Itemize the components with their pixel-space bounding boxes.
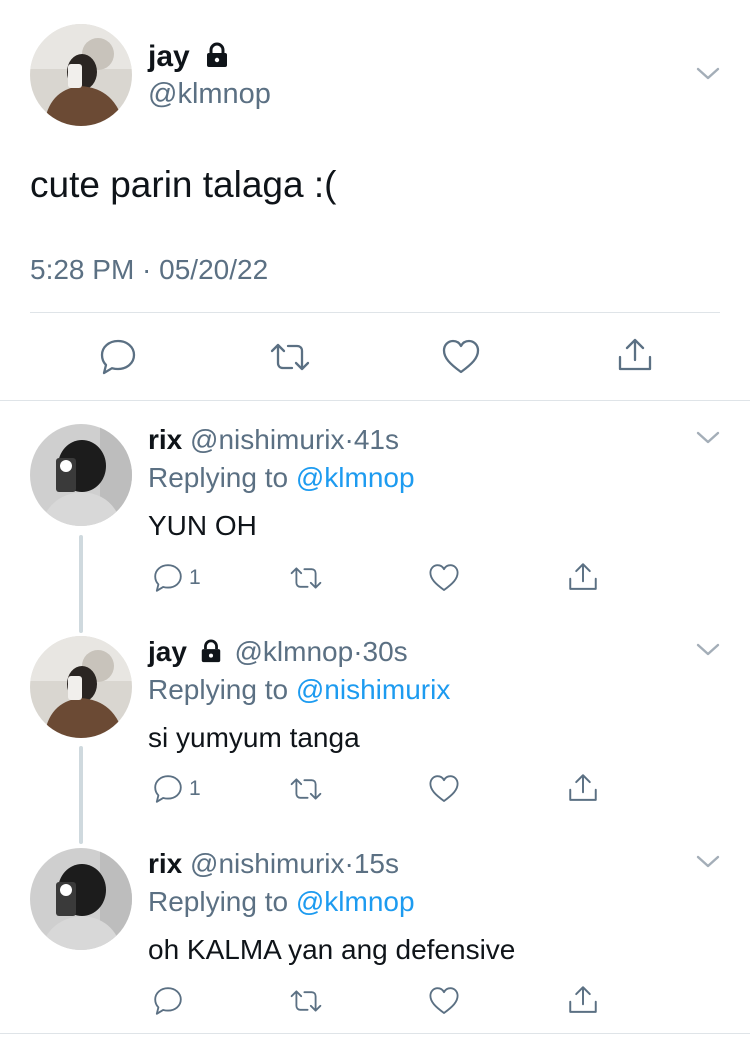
- replying-to: Replying to @klmnop: [148, 886, 415, 918]
- avatar-rix[interactable]: [30, 848, 132, 950]
- reply-text: YUN OH: [148, 510, 257, 541]
- lock-icon: [207, 42, 228, 67]
- like-icon[interactable]: [440, 337, 482, 377]
- reply-time[interactable]: 41s: [354, 424, 399, 455]
- author-handle[interactable]: @klmnop: [235, 636, 354, 667]
- separator: ·: [344, 424, 354, 455]
- like-icon[interactable]: [427, 985, 461, 1017]
- share-icon[interactable]: [566, 983, 600, 1017]
- divider: [0, 1033, 750, 1034]
- like-icon[interactable]: [427, 562, 461, 594]
- reply-icon[interactable]: [152, 562, 184, 594]
- reply-count: 1: [189, 566, 201, 589]
- chevron-down-icon[interactable]: [695, 854, 721, 870]
- author-name[interactable]: rix: [148, 424, 182, 455]
- reply-text: oh KALMA yan ang defensive: [148, 934, 516, 965]
- author-handle[interactable]: @nishimurix: [190, 848, 344, 879]
- chevron-down-icon[interactable]: [695, 66, 721, 82]
- share-icon[interactable]: [566, 560, 600, 594]
- tweet-text: cute parin talaga :(: [30, 164, 337, 205]
- avatar-image: [30, 24, 132, 126]
- replying-to: Replying to @nishimurix: [148, 674, 450, 706]
- avatar-jay[interactable]: [30, 636, 132, 738]
- author-handle[interactable]: @nishimurix: [190, 424, 344, 455]
- replying-to: Replying to @klmnop: [148, 462, 415, 494]
- reply-icon[interactable]: [98, 337, 138, 377]
- chevron-down-icon[interactable]: [695, 430, 721, 446]
- avatar-jay[interactable]: [30, 24, 132, 126]
- reply-time[interactable]: 30s: [363, 636, 408, 667]
- thread-line: [79, 535, 83, 633]
- author-handle[interactable]: @klmnop: [148, 78, 271, 111]
- avatar-image: [30, 636, 132, 738]
- reply-text: si yumyum tanga: [148, 722, 360, 753]
- thread-line: [79, 746, 83, 844]
- author-line: jay: [148, 40, 230, 74]
- author-name[interactable]: jay: [148, 636, 187, 667]
- retweet-icon[interactable]: [288, 773, 324, 805]
- reply-header: rix @nishimurix·15s: [148, 848, 399, 880]
- replying-to-link[interactable]: @klmnop: [296, 462, 415, 493]
- share-icon[interactable]: [615, 335, 655, 375]
- tweet-timestamp[interactable]: 5:28 PM · 05/20/22: [30, 254, 268, 286]
- avatar-image: [30, 848, 132, 950]
- divider: [30, 312, 720, 313]
- separator: ·: [344, 848, 354, 879]
- replying-to-link[interactable]: @nishimurix: [296, 674, 450, 705]
- divider: [0, 400, 750, 401]
- retweet-icon[interactable]: [288, 985, 324, 1017]
- separator: ·: [353, 636, 363, 667]
- reply-icon[interactable]: [152, 985, 184, 1017]
- share-icon[interactable]: [566, 771, 600, 805]
- retweet-icon[interactable]: [268, 337, 312, 377]
- reply-time[interactable]: 15s: [354, 848, 399, 879]
- retweet-icon[interactable]: [288, 562, 324, 594]
- replying-prefix: Replying to: [148, 674, 289, 705]
- reply-header: rix @nishimurix·41s: [148, 424, 399, 456]
- reply-header: jay @klmnop·30s: [148, 636, 408, 668]
- avatar-image: [30, 424, 132, 526]
- replying-to-link[interactable]: @klmnop: [296, 886, 415, 917]
- replying-prefix: Replying to: [148, 462, 289, 493]
- like-icon[interactable]: [427, 773, 461, 805]
- reply-count: 1: [189, 777, 201, 800]
- author-name[interactable]: rix: [148, 848, 182, 879]
- author-name[interactable]: jay: [148, 40, 190, 73]
- replying-prefix: Replying to: [148, 886, 289, 917]
- chevron-down-icon[interactable]: [695, 642, 721, 658]
- reply-icon[interactable]: [152, 773, 184, 805]
- avatar-rix[interactable]: [30, 424, 132, 526]
- lock-icon: [201, 639, 220, 663]
